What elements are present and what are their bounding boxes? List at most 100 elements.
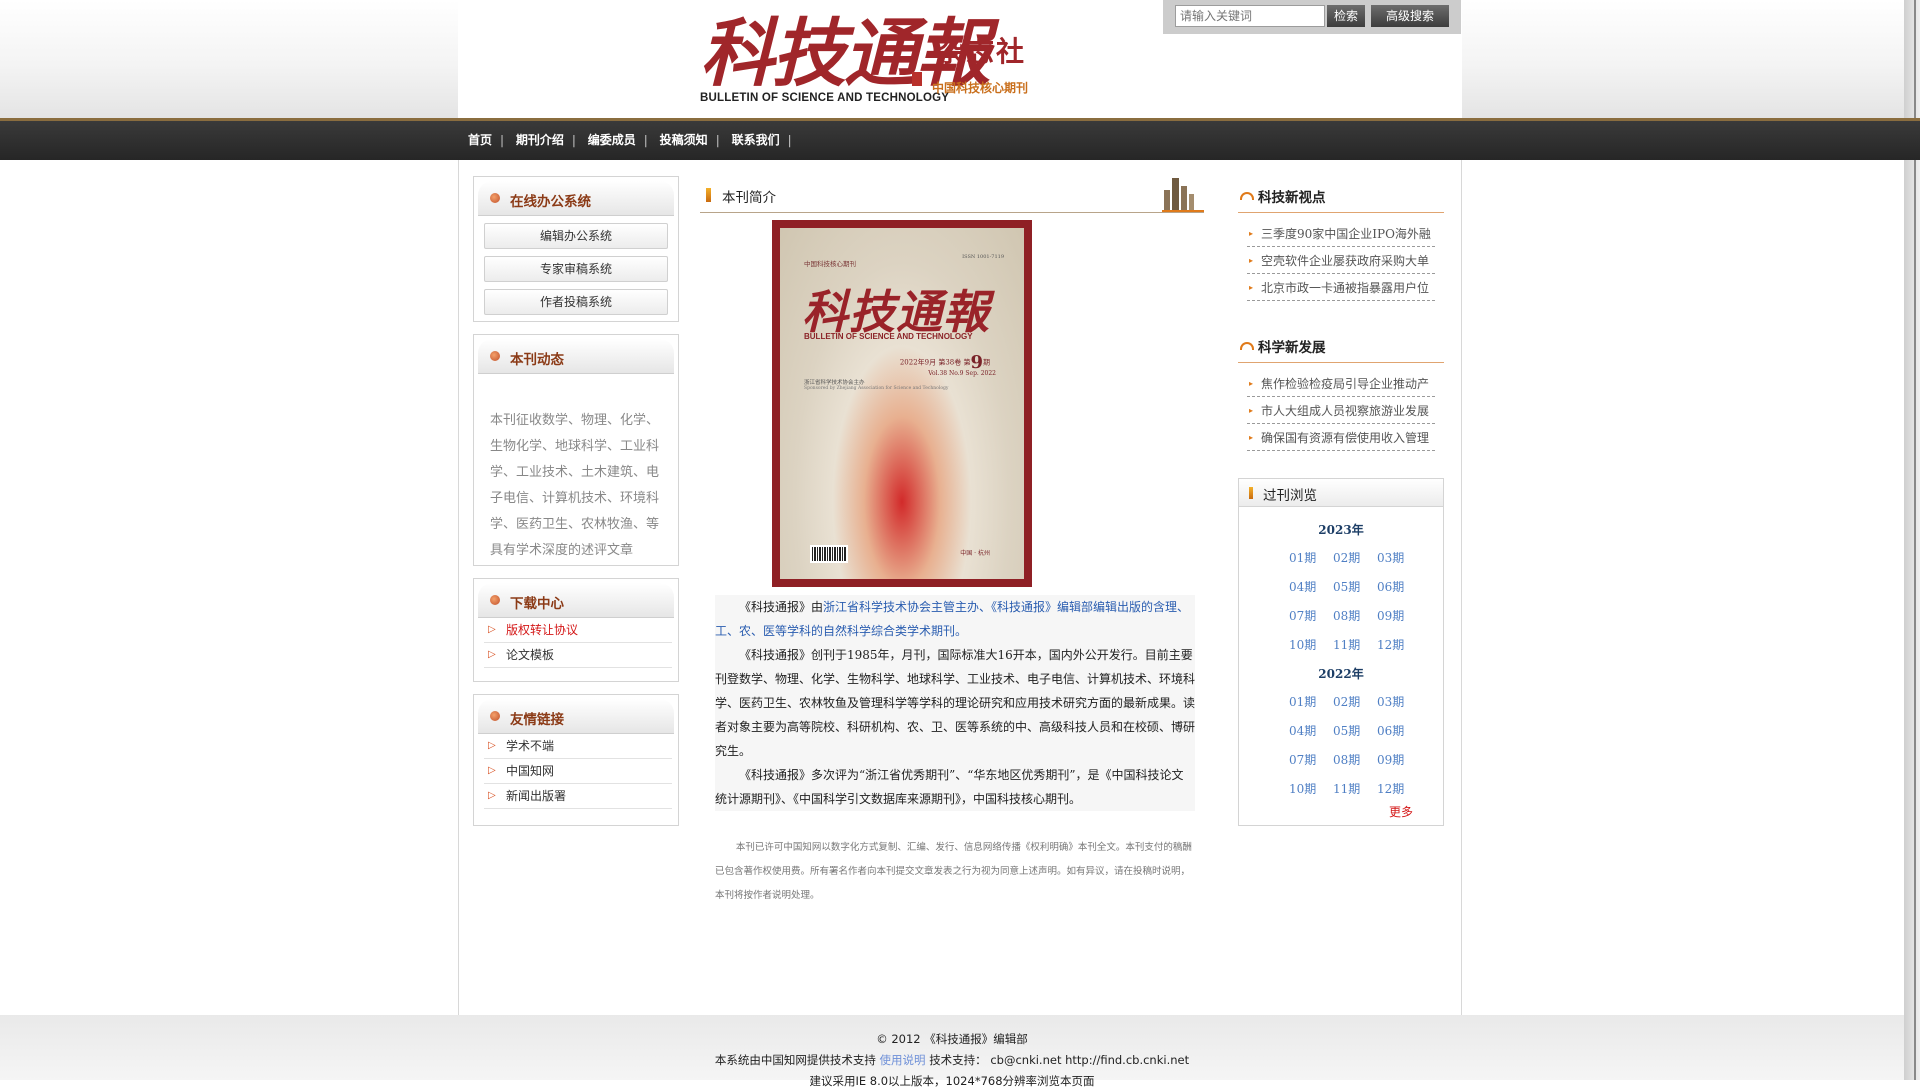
- nav-separator: |: [787, 133, 792, 147]
- archive-issue-link[interactable]: 09期: [1377, 751, 1404, 768]
- panel-title: 友情链接: [510, 712, 564, 728]
- archive-issue-link[interactable]: 01期: [1289, 693, 1316, 710]
- logo-seal-icon: [912, 72, 922, 86]
- advanced-search-button[interactable]: 高级搜索: [1371, 5, 1449, 27]
- archive-issue-link[interactable]: 11期: [1333, 636, 1360, 653]
- archive-issue-link[interactable]: 02期: [1333, 549, 1360, 566]
- expert-review-button[interactable]: 专家审稿系统: [484, 256, 668, 282]
- archive-issue-link[interactable]: 06期: [1377, 722, 1404, 739]
- arc-icon: [1240, 342, 1254, 350]
- archive-issue-link[interactable]: 03期: [1377, 693, 1404, 710]
- bullet-icon: [490, 351, 500, 361]
- footer-browser-note: 建议采用IE 8.0以上版本，1024*768分辨率浏览本页面: [809, 1074, 1095, 1088]
- friend-link[interactable]: ▷ 新闻出版署: [484, 784, 672, 809]
- cover-label: 中国科技核心期刊: [804, 260, 856, 268]
- tech-news-header: 科技新视点: [1238, 178, 1444, 213]
- archive-issue-link[interactable]: 04期: [1289, 722, 1316, 739]
- section-marker-icon: [706, 188, 711, 202]
- arrow-icon: ▷: [488, 790, 496, 801]
- archive-issue-link[interactable]: 12期: [1377, 780, 1404, 797]
- arrow-icon: ▷: [488, 765, 496, 776]
- nav-submission-guide[interactable]: 投稿须知: [660, 131, 708, 148]
- archive-year[interactable]: 2022年: [1238, 665, 1444, 682]
- triangle-icon: ▸: [1249, 379, 1254, 388]
- cover-issn: ISSN 1001-7119: [962, 254, 1004, 260]
- download-item-label: 论文模板: [506, 648, 555, 662]
- archive-issue-link[interactable]: 10期: [1289, 636, 1316, 653]
- archive-issue-link[interactable]: 05期: [1333, 578, 1360, 595]
- footer-support: 本系统由中国知网提供技术支持 使用说明 技术支持： cb@cnki.net ht…: [714, 1053, 1190, 1067]
- usage-guide-link[interactable]: 使用说明: [880, 1053, 926, 1067]
- download-center-panel: 下载中心 ▷ 版权转让协议 ▷ 论文模板: [473, 578, 679, 682]
- news-item[interactable]: ▸ 焦作检验检疫局引导企业推动产: [1247, 370, 1435, 397]
- site-logo[interactable]: 科技通報 BULLETIN OF SCIENCE AND TECHNOLOGY …: [698, 0, 1038, 110]
- friend-link-label: 中国知网: [506, 764, 555, 778]
- archive-issue-link[interactable]: 02期: [1333, 693, 1360, 710]
- nav-separator: |: [571, 133, 576, 147]
- section-title: 本刊简介: [722, 190, 776, 206]
- archive-title: 过刊浏览: [1263, 488, 1317, 504]
- archive-issue-link[interactable]: 06期: [1377, 578, 1404, 595]
- panel-title: 在线办公系统: [510, 194, 591, 210]
- triangle-icon: ▸: [1249, 229, 1254, 238]
- nav-separator: |: [715, 133, 720, 147]
- news-item[interactable]: ▸ 三季度90家中国企业IPO海外融: [1247, 220, 1435, 247]
- tech-news-list: ▸ 三季度90家中国企业IPO海外融 ▸ 空壳软件企业屡获政府采购大单 ▸ 北京市政一…: [1247, 220, 1435, 301]
- download-item[interactable]: ▷ 论文模板: [484, 643, 672, 668]
- friend-link[interactable]: ▷ 学术不端: [484, 734, 672, 759]
- bullet-icon: [490, 595, 500, 605]
- triangle-icon: ▸: [1249, 433, 1254, 442]
- author-submission-button[interactable]: 作者投稿系统: [484, 289, 668, 315]
- archive-issue-link[interactable]: 03期: [1377, 549, 1404, 566]
- archive-issue-link[interactable]: 09期: [1377, 607, 1404, 624]
- nav-journal-intro[interactable]: 期刊介绍: [516, 131, 564, 148]
- editor-office-button[interactable]: 编辑办公系统: [484, 223, 668, 249]
- journal-news-panel: 本刊动态 本刊征收数学、物理、化学、生物化学、地球科学、工业科学、工业技术、土木…: [473, 334, 679, 566]
- archive-issue-link[interactable]: 12期: [1377, 636, 1404, 653]
- intro-paragraph: 《科技通报》由浙江省科学技术协会主管主办、《科技通报》编辑部编辑出版的含理、工、…: [715, 600, 1190, 638]
- scrollbar-thumb[interactable]: [1914, 0, 1916, 1080]
- nav-home[interactable]: 首页: [468, 131, 492, 148]
- panel-header: 友情链接: [478, 699, 674, 734]
- search-input[interactable]: [1175, 5, 1325, 27]
- friend-links-panel: 友情链接 ▷ 学术不端 ▷ 中国知网 ▷ 新闻出版署: [473, 694, 679, 826]
- archive-issue-link[interactable]: 10期: [1289, 780, 1316, 797]
- science-news-title: 科学新发展: [1258, 340, 1326, 356]
- footer-copyright: © 2012 《科技通报》编辑部: [876, 1032, 1028, 1046]
- news-item[interactable]: ▸ 市人大组成人员视察旅游业发展: [1247, 397, 1435, 424]
- logo-tagline: 中国科技核心期刊: [932, 81, 1029, 95]
- archive-more-link[interactable]: 更多: [1389, 803, 1413, 820]
- archive-issue-link[interactable]: 08期: [1333, 607, 1360, 624]
- archive-issue-link[interactable]: 05期: [1333, 722, 1360, 739]
- archive-issue-link[interactable]: 11期: [1333, 780, 1360, 797]
- news-item[interactable]: ▸ 确保国有资源有偿使用收入管理: [1247, 424, 1435, 451]
- journal-cover-image[interactable]: 中国科技核心期刊 ISSN 1001-7119 科技通報 BULLETIN OF…: [772, 220, 1032, 587]
- barcode-icon: [810, 545, 848, 563]
- science-news-list: ▸ 焦作检验检疫局引导企业推动产 ▸ 市人大组成人员视察旅游业发展 ▸ 确保国有资源有…: [1247, 370, 1435, 451]
- archive-issue-link[interactable]: 04期: [1289, 578, 1316, 595]
- panel-header: 在线办公系统: [478, 181, 674, 216]
- news-item[interactable]: ▸ 北京市政一卡通被指暴露用户位: [1247, 274, 1435, 301]
- intro-paragraph: 《科技通报》创刊于1985年，月刊，国际标准大16开本，国内外公开发行。目前主要…: [715, 648, 1196, 758]
- bullet-icon: [490, 711, 500, 721]
- archive-issue-link[interactable]: 07期: [1289, 607, 1316, 624]
- friend-link[interactable]: ▷ 中国知网: [484, 759, 672, 784]
- window-scrollbar[interactable]: [1904, 0, 1920, 1080]
- archive-issue-link[interactable]: 08期: [1333, 751, 1360, 768]
- office-system-panel: 在线办公系统 编辑办公系统 专家审稿系统 作者投稿系统: [473, 176, 679, 322]
- panel-header: 下载中心: [478, 583, 674, 618]
- cover-english-title: BULLETIN OF SCIENCE AND TECHNOLOGY: [804, 332, 973, 341]
- nav-separator: |: [500, 133, 505, 147]
- arrow-icon: ▷: [488, 624, 496, 635]
- download-item[interactable]: ▷ 版权转让协议: [484, 618, 672, 643]
- arc-icon: [1240, 192, 1254, 200]
- nav-contact[interactable]: 联系我们: [732, 131, 780, 148]
- news-item[interactable]: ▸ 空壳软件企业屡获政府采购大单: [1247, 247, 1435, 274]
- nav-editorial-board[interactable]: 编委成员: [588, 131, 636, 148]
- search-button[interactable]: 检索: [1327, 5, 1365, 27]
- bullet-icon: [490, 193, 500, 203]
- main-nav: 首页 | 期刊介绍 | 编委成员 | 投稿须知 | 联系我们 |: [0, 118, 1920, 160]
- archive-issue-link[interactable]: 07期: [1289, 751, 1316, 768]
- archive-issue-link[interactable]: 01期: [1289, 549, 1316, 566]
- archive-year[interactable]: 2023年: [1238, 521, 1444, 538]
